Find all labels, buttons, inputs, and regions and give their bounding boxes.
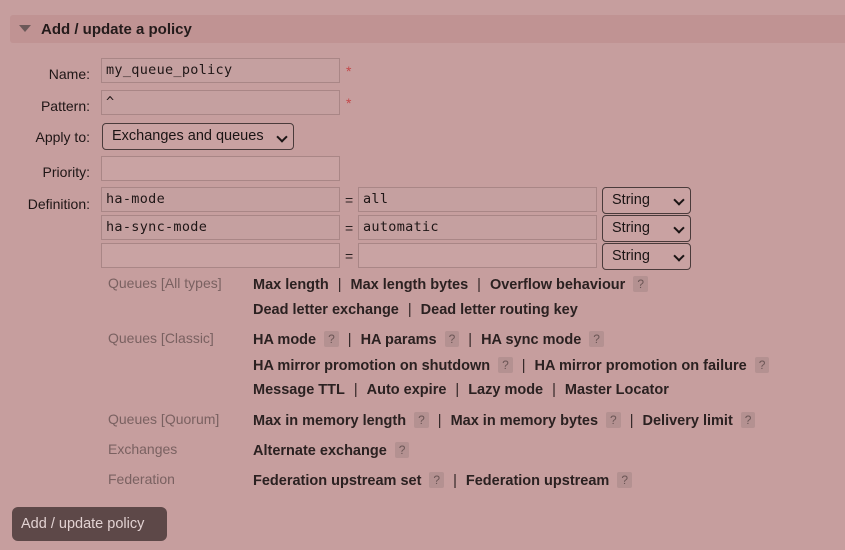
separator: | bbox=[468, 332, 473, 348]
definition-key-input[interactable] bbox=[101, 243, 340, 268]
ha-mirror-promotion-failure-link[interactable]: HA mirror promotion on failure bbox=[535, 358, 747, 374]
group-queues-all-label: Queues [All types] bbox=[108, 275, 222, 291]
help-icon[interactable]: ? bbox=[606, 412, 621, 428]
definition-type-select[interactable]: String bbox=[602, 215, 691, 242]
definition-type-select[interactable]: String bbox=[602, 187, 691, 214]
separator: | bbox=[337, 277, 342, 293]
queues-classic-row-3: Message TTL | Auto expire | Lazy mode | Master… bbox=[253, 382, 669, 398]
apply-to-select[interactable]: Exchanges and queues bbox=[102, 123, 294, 150]
pattern-label: Pattern: bbox=[40, 98, 90, 114]
separator: | bbox=[629, 413, 634, 429]
help-icon[interactable]: ? bbox=[633, 276, 648, 292]
dead-letter-exchange-link[interactable]: Dead letter exchange bbox=[253, 302, 399, 318]
lazy-mode-link[interactable]: Lazy mode bbox=[468, 382, 543, 398]
separator: | bbox=[455, 382, 460, 398]
queues-all-row-1: Max length | Max length bytes | Overflow beh… bbox=[253, 276, 648, 293]
auto-expire-link[interactable]: Auto expire bbox=[367, 382, 447, 398]
definition-value-input[interactable]: automatic bbox=[358, 215, 597, 240]
help-icon[interactable]: ? bbox=[324, 331, 339, 347]
section-header[interactable]: Add / update a policy bbox=[10, 15, 845, 43]
group-queues-classic-label: Queues [Classic] bbox=[108, 330, 214, 346]
chevron-down-icon bbox=[673, 250, 685, 262]
federation-row: Federation upstream set? | Federation upst… bbox=[253, 472, 632, 489]
definition-key-input[interactable]: ha-sync-mode bbox=[101, 215, 340, 240]
definition-type-value: String bbox=[612, 220, 650, 236]
group-queues-quorum-label: Queues [Quorum] bbox=[108, 411, 220, 427]
max-length-link[interactable]: Max length bbox=[253, 277, 329, 293]
message-ttl-link[interactable]: Message TTL bbox=[253, 382, 345, 398]
separator: | bbox=[437, 413, 442, 429]
definition-type-value: String bbox=[612, 192, 650, 208]
separator: | bbox=[453, 473, 457, 489]
federation-upstream-set-link[interactable]: Federation upstream set bbox=[253, 473, 421, 489]
pattern-input[interactable]: ^ bbox=[101, 90, 340, 115]
name-required-mark: * bbox=[346, 63, 352, 79]
help-icon[interactable]: ? bbox=[444, 331, 460, 347]
overflow-behaviour-link[interactable]: Overflow behaviour bbox=[490, 277, 625, 293]
alternate-exchange-link[interactable]: Alternate exchange bbox=[253, 443, 387, 459]
max-length-bytes-link[interactable]: Max length bytes bbox=[351, 277, 469, 293]
ha-mode-link[interactable]: HA mode bbox=[253, 332, 316, 348]
exchanges-row: Alternate exchange? bbox=[253, 442, 410, 459]
max-in-memory-length-link[interactable]: Max in memory length bbox=[253, 413, 406, 429]
help-icon[interactable]: ? bbox=[498, 357, 513, 373]
section-title: Add / update a policy bbox=[41, 21, 192, 38]
queues-classic-row-1: HA mode? | HA params? | HA sync mode? bbox=[253, 331, 604, 348]
add-update-policy-button[interactable]: Add / update policy bbox=[12, 507, 167, 541]
equals-sign: = bbox=[345, 220, 354, 236]
definition-label: Definition: bbox=[27, 196, 90, 212]
apply-to-value: Exchanges and queues bbox=[112, 128, 264, 144]
help-icon[interactable]: ? bbox=[414, 412, 429, 428]
group-exchanges-label: Exchanges bbox=[108, 441, 178, 457]
definition-value-input[interactable]: all bbox=[358, 187, 597, 212]
delivery-limit-link[interactable]: Delivery limit bbox=[643, 413, 733, 429]
definition-key-input[interactable]: ha-mode bbox=[101, 187, 340, 212]
help-icon[interactable]: ? bbox=[429, 472, 445, 488]
federation-upstream-link[interactable]: Federation upstream bbox=[466, 473, 609, 489]
queues-all-row-2: Dead letter exchange | Dead letter routing… bbox=[253, 302, 578, 318]
help-icon[interactable]: ? bbox=[589, 331, 604, 347]
chevron-down-icon bbox=[673, 222, 685, 234]
equals-sign: = bbox=[345, 192, 354, 208]
name-input[interactable]: my_queue_policy bbox=[101, 58, 340, 83]
queues-quorum-row: Max in memory length? | Max in memory byte… bbox=[253, 412, 756, 429]
help-icon[interactable]: ? bbox=[617, 472, 632, 488]
ha-mirror-promotion-shutdown-link[interactable]: HA mirror promotion on shutdown bbox=[253, 358, 490, 374]
master-locator-link[interactable]: Master Locator bbox=[565, 382, 669, 398]
definition-type-select[interactable]: String bbox=[602, 243, 691, 270]
collapse-triangle-icon[interactable] bbox=[19, 25, 31, 32]
separator: | bbox=[477, 277, 481, 293]
help-icon[interactable]: ? bbox=[754, 357, 770, 373]
help-icon[interactable]: ? bbox=[394, 442, 410, 458]
max-in-memory-bytes-link[interactable]: Max in memory bytes bbox=[451, 413, 598, 429]
help-icon[interactable]: ? bbox=[740, 412, 756, 428]
apply-to-label: Apply to: bbox=[35, 129, 90, 145]
separator: | bbox=[353, 382, 358, 398]
chevron-down-icon bbox=[276, 131, 288, 143]
separator: | bbox=[521, 358, 526, 374]
ha-params-link[interactable]: HA params bbox=[361, 332, 437, 348]
priority-label: Priority: bbox=[42, 164, 90, 180]
queues-classic-row-2: HA mirror promotion on shutdown? | HA mirr… bbox=[253, 357, 770, 374]
definition-value-input[interactable] bbox=[358, 243, 597, 268]
separator: | bbox=[407, 302, 412, 318]
ha-sync-mode-link[interactable]: HA sync mode bbox=[481, 332, 581, 348]
definition-type-value: String bbox=[612, 248, 650, 264]
separator: | bbox=[552, 382, 556, 398]
name-label: Name: bbox=[48, 66, 90, 82]
chevron-down-icon bbox=[673, 194, 685, 206]
group-federation-label: Federation bbox=[108, 471, 175, 487]
equals-sign: = bbox=[345, 248, 354, 264]
priority-input[interactable] bbox=[101, 156, 340, 181]
pattern-required-mark: * bbox=[346, 95, 352, 111]
dead-letter-routing-key-link[interactable]: Dead letter routing key bbox=[421, 302, 578, 318]
separator: | bbox=[347, 332, 352, 348]
